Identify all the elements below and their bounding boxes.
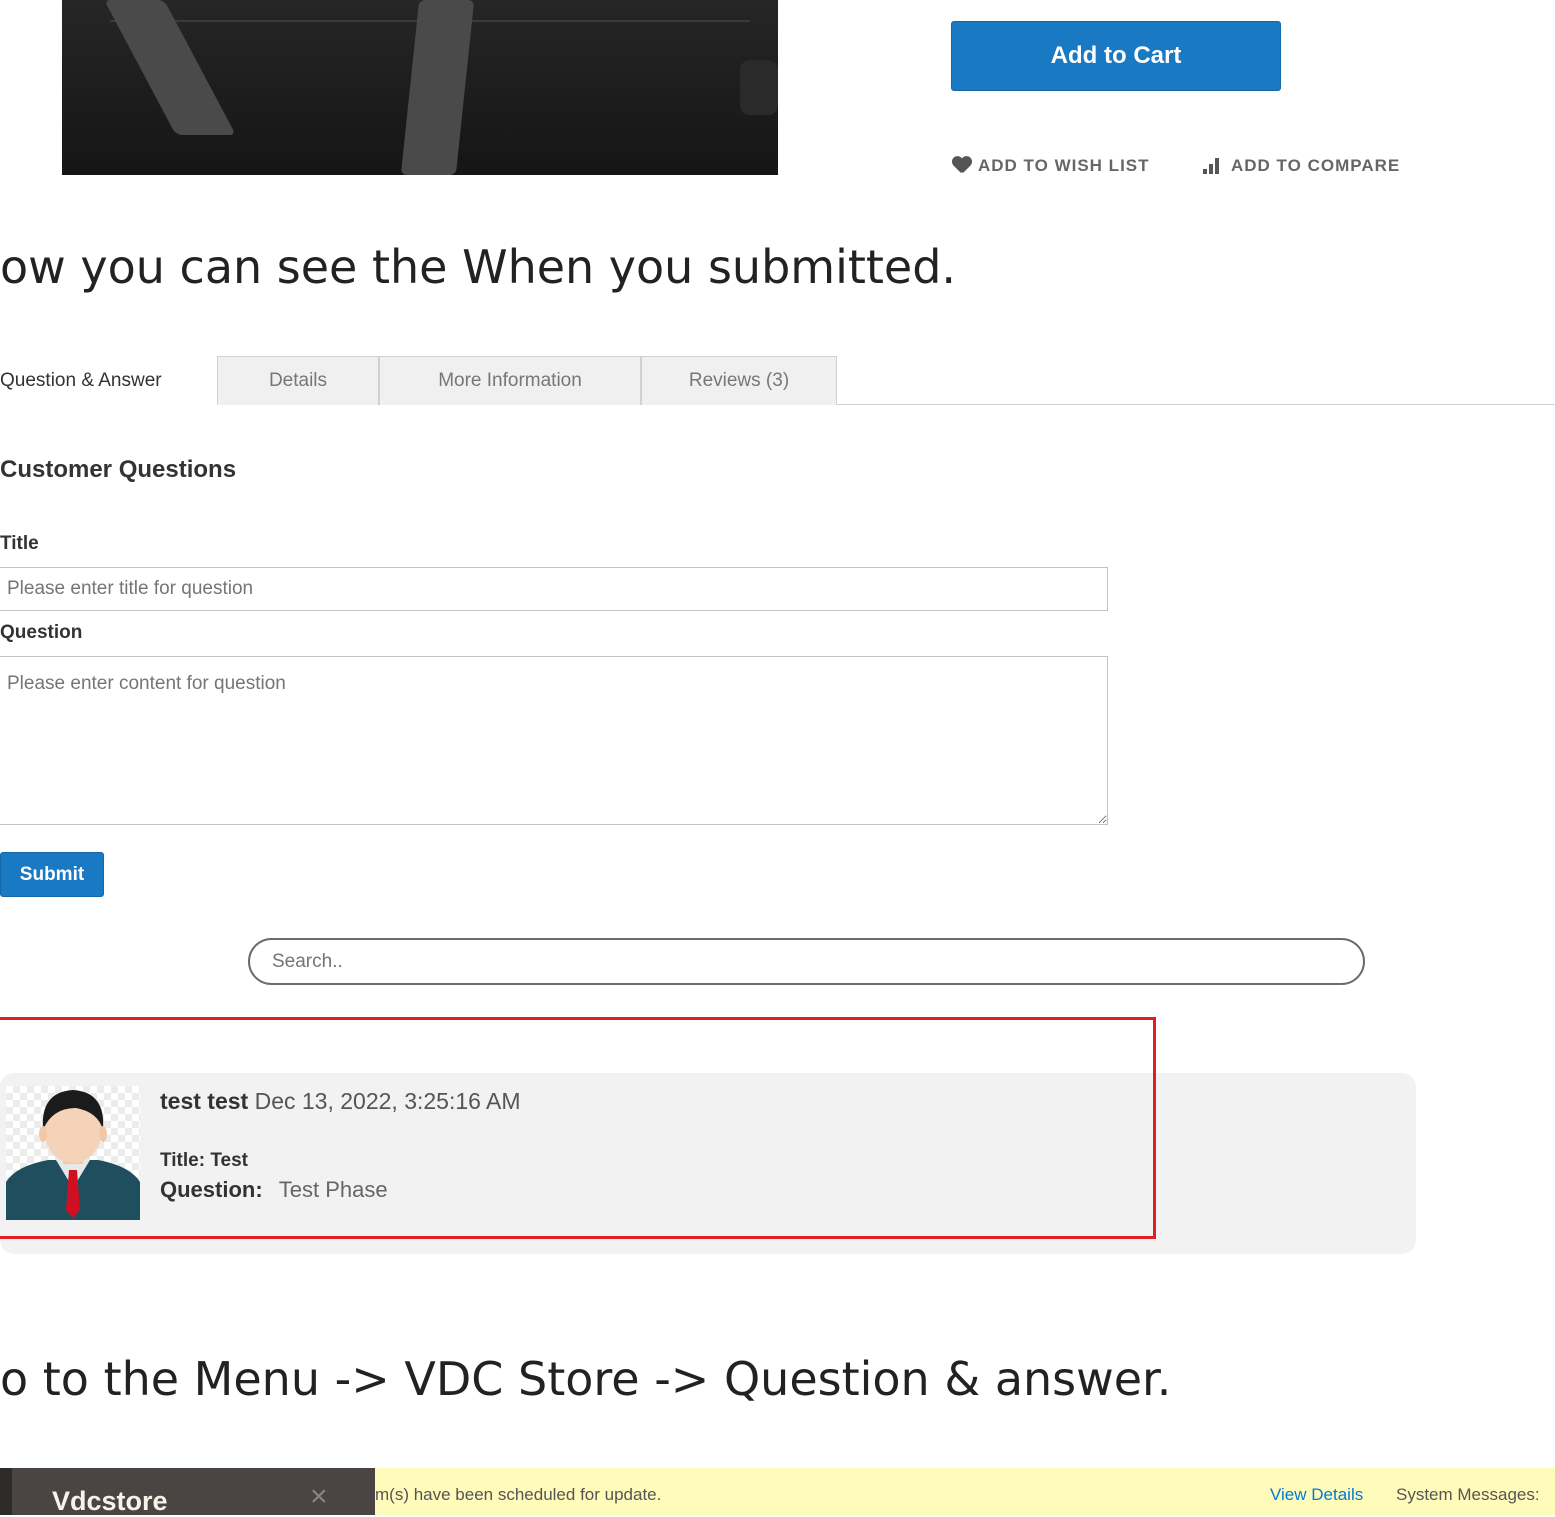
customer-questions-heading: Customer Questions (0, 456, 237, 483)
admin-message-text: m(s) have been scheduled for update. (375, 1485, 662, 1504)
admin-menu-edge (0, 1468, 12, 1515)
bag-side-pocket (740, 60, 778, 115)
system-messages-label[interactable]: System Messages: (1396, 1485, 1540, 1505)
view-details-link[interactable]: View Details (1270, 1485, 1363, 1505)
tab-details[interactable]: Details (217, 356, 379, 405)
tab-reviews[interactable]: Reviews (3) (641, 356, 837, 405)
add-to-wishlist-link[interactable]: ADD TO WISH LIST (952, 154, 1150, 178)
product-image (0, 0, 900, 175)
question-label: Question (0, 622, 83, 643)
question-content-textarea[interactable] (0, 656, 1108, 825)
title-label: Title (0, 533, 39, 554)
question-title-input[interactable] (0, 567, 1108, 611)
compare-label: ADD TO COMPARE (1231, 156, 1401, 175)
tab-more-information[interactable]: More Information (379, 356, 641, 405)
wishlist-label: ADD TO WISH LIST (978, 156, 1150, 175)
question-search-input[interactable] (248, 938, 1365, 985)
compare-icon (1203, 158, 1225, 174)
close-icon[interactable]: × (310, 1480, 328, 1514)
heart-icon (952, 157, 972, 175)
tutorial-step-submitted: ow you can see the When you submitted. (0, 240, 957, 294)
add-to-compare-link[interactable]: ADD TO COMPARE (1203, 154, 1400, 178)
tutorial-step-menu: o to the Menu -> VDC Store -> Question &… (0, 1352, 1172, 1406)
highlight-box (0, 1017, 1156, 1239)
admin-store-title: Vdcstore (52, 1486, 168, 1516)
submit-button[interactable]: Submit (0, 852, 104, 897)
tab-question-answer[interactable]: Question & Answer (0, 356, 217, 405)
add-to-cart-button[interactable]: Add to Cart (951, 21, 1281, 91)
